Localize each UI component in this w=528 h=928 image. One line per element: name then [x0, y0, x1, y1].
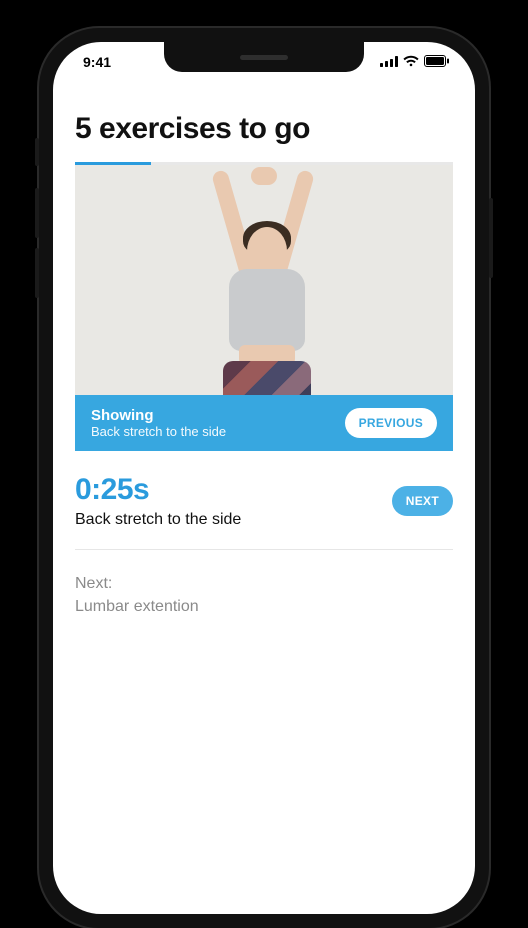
- timer: 0:25s: [75, 473, 241, 507]
- current-exercise-name: Back stretch to the side: [75, 511, 241, 529]
- app-content: 5 exercises to go Showing: [53, 82, 475, 914]
- status-right: [380, 54, 449, 70]
- current-info: 0:25s Back stretch to the side: [75, 473, 241, 529]
- upnext-label: Next:: [75, 572, 453, 595]
- showing-exercise-name: Back stretch to the side: [91, 424, 226, 439]
- showing-text: Showing Back stretch to the side: [91, 407, 226, 439]
- current-exercise-row: 0:25s Back stretch to the side NEXT: [75, 451, 453, 550]
- volume-down-button: [35, 248, 39, 298]
- battery-icon: [424, 54, 449, 70]
- showing-label: Showing: [91, 407, 226, 424]
- mute-switch: [35, 138, 39, 166]
- notch: [164, 42, 364, 72]
- exercise-image: [75, 165, 453, 395]
- upnext-row: Next: Lumbar extention: [75, 550, 453, 640]
- power-button: [489, 198, 493, 278]
- cellular-icon: [380, 54, 398, 70]
- person-illustration: [159, 165, 369, 395]
- wifi-icon: [403, 54, 419, 70]
- upnext-exercise-name: Lumbar extention: [75, 595, 453, 618]
- status-time: 9:41: [83, 54, 111, 70]
- phone-frame: 9:41 5 exercises to go: [39, 28, 489, 928]
- next-button[interactable]: NEXT: [392, 486, 453, 516]
- volume-up-button: [35, 188, 39, 238]
- previous-button[interactable]: PREVIOUS: [345, 408, 437, 438]
- phone-screen: 9:41 5 exercises to go: [53, 42, 475, 914]
- page-title: 5 exercises to go: [75, 112, 453, 146]
- showing-bar: Showing Back stretch to the side PREVIOU…: [75, 395, 453, 451]
